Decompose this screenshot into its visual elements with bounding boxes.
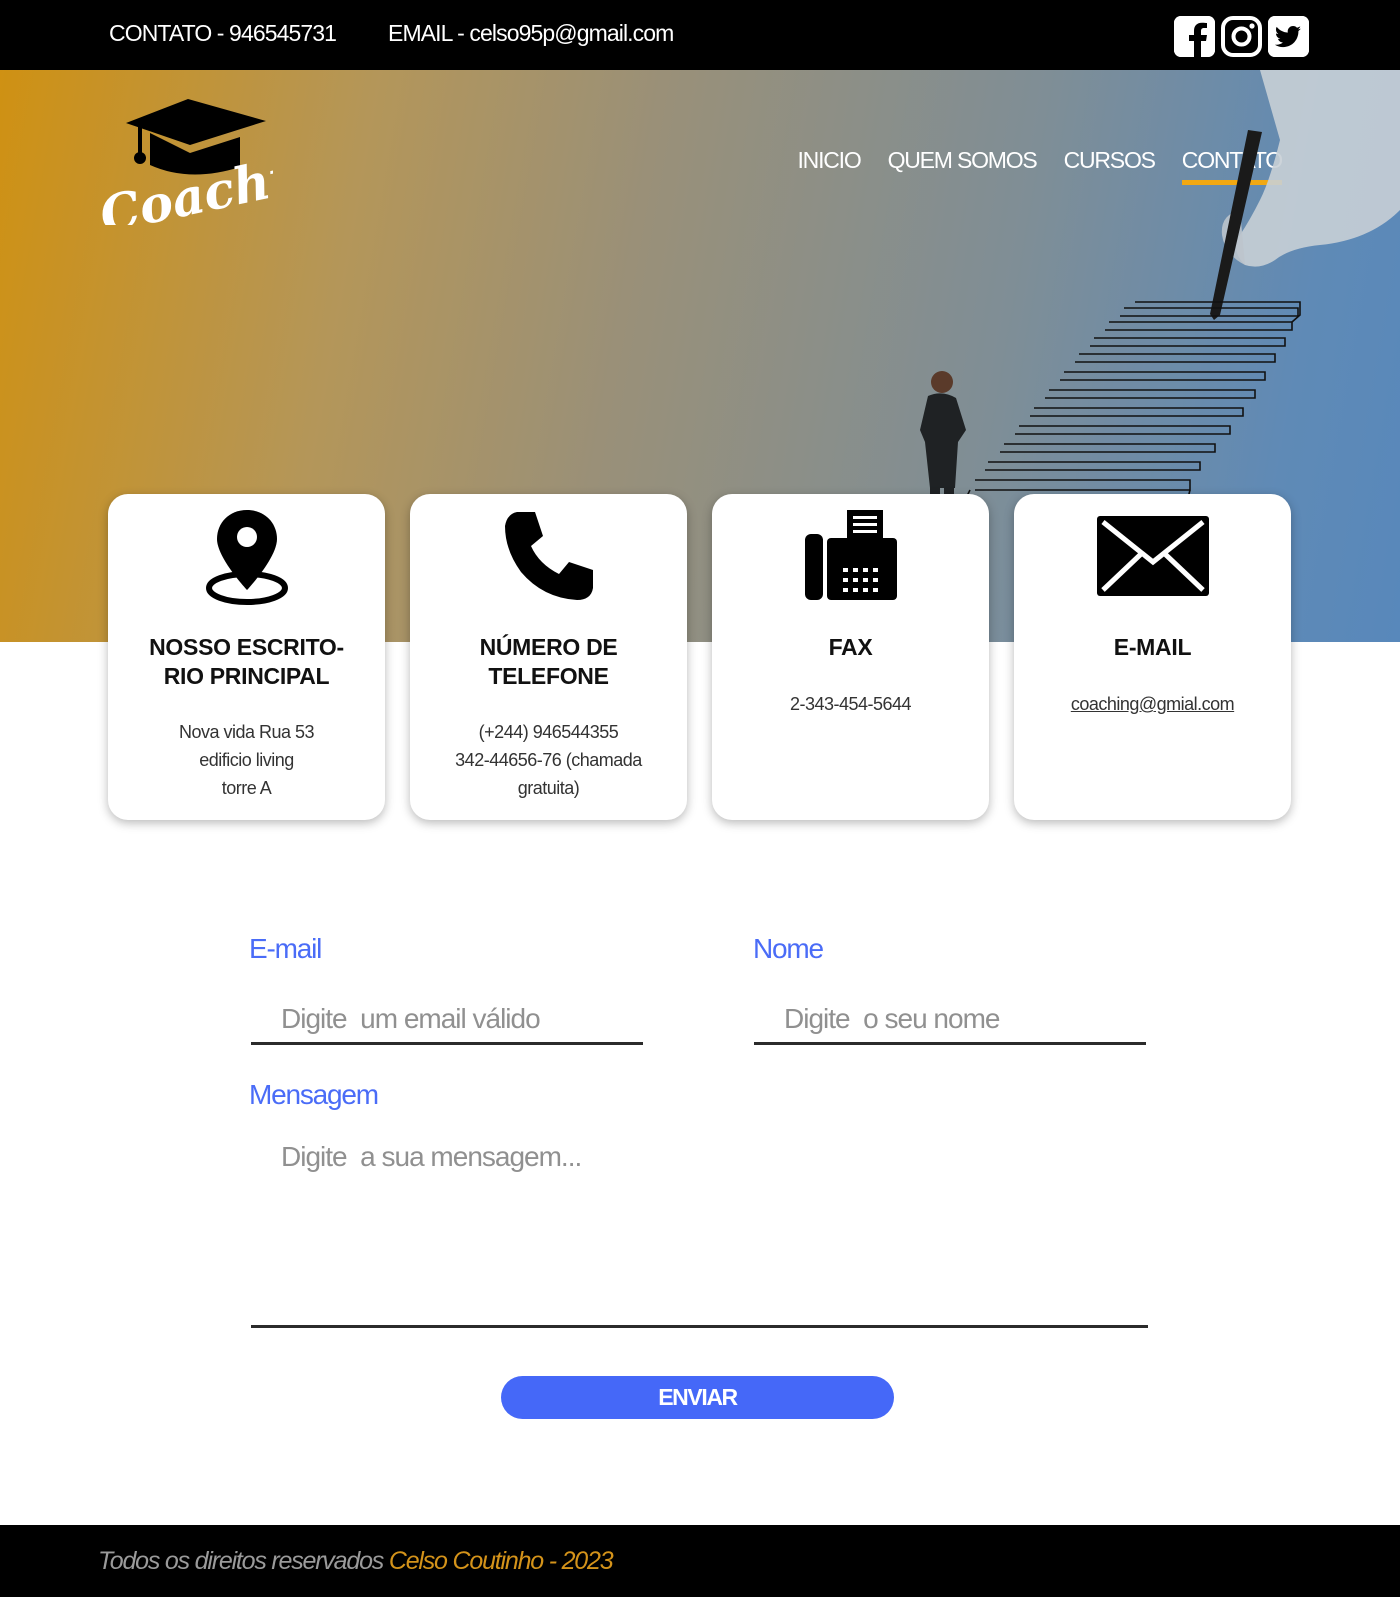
card-info: 2-343-454-5644 bbox=[726, 690, 975, 718]
contact-email: EMAIL - celso95p@gmail.com bbox=[388, 20, 674, 46]
card-title: NÚMERO DE TELEFONE bbox=[420, 633, 677, 691]
card-title-line: NÚMERO DE bbox=[479, 634, 618, 660]
card-title-line: RIO PRINCIPAL bbox=[163, 663, 330, 689]
address-line: Nova vida Rua 53 bbox=[178, 722, 315, 742]
phone-icon bbox=[410, 506, 687, 606]
office-card: NOSSO ESCRITO- RIO PRINCIPAL Nova vida R… bbox=[108, 494, 385, 820]
coaching-logo[interactable]: Coaching bbox=[94, 95, 364, 245]
envelope-icon bbox=[1014, 506, 1291, 606]
svg-text:Coaching: Coaching bbox=[98, 132, 273, 225]
location-pin-icon bbox=[108, 506, 385, 606]
email-label: E-mail bbox=[249, 933, 322, 964]
card-info: Nova vida Rua 53 edificio living torre A bbox=[122, 718, 371, 802]
address-line: torre A bbox=[221, 778, 272, 798]
message-field[interactable] bbox=[251, 1131, 1148, 1328]
card-title: E-MAIL bbox=[1113, 634, 1192, 660]
send-button[interactable]: ENVIAR bbox=[501, 1376, 894, 1419]
twitter-icon[interactable] bbox=[1268, 16, 1309, 57]
nav-inicio[interactable]: INICIO bbox=[797, 147, 861, 174]
card-title-line: TELEFONE bbox=[488, 663, 609, 689]
phone-number: 342-44656-76 (chamada bbox=[455, 750, 642, 770]
footer: Todos os direitos reservados Celso Couti… bbox=[0, 1525, 1400, 1597]
name-field[interactable] bbox=[754, 995, 1146, 1045]
card-info: coaching@gmial.com bbox=[1028, 690, 1277, 718]
address-line: edificio living bbox=[199, 750, 294, 770]
phone-card: NÚMERO DE TELEFONE (+244) 946544355 342-… bbox=[410, 494, 687, 820]
fax-number: 2-343-454-5644 bbox=[789, 694, 912, 714]
phone-number: (+244) 946544355 bbox=[478, 722, 619, 742]
copyright-label: Todos os direitos reservados bbox=[98, 1547, 389, 1575]
instagram-icon[interactable] bbox=[1221, 16, 1262, 57]
phone-number: gratuita) bbox=[517, 778, 580, 798]
fax-card: FAX 2-343-454-5644 bbox=[712, 494, 989, 820]
card-title: NOSSO ESCRITO- RIO PRINCIPAL bbox=[118, 633, 375, 691]
copyright-text: Todos os direitos reservados Celso Couti… bbox=[98, 1547, 614, 1576]
email-link[interactable]: coaching@gmial.com bbox=[1071, 694, 1235, 714]
email-card: E-MAIL coaching@gmial.com bbox=[1014, 494, 1291, 820]
name-label: Nome bbox=[753, 933, 824, 964]
email-field[interactable] bbox=[251, 995, 643, 1045]
copyright-author: Celso Coutinho - 2023 bbox=[388, 1547, 614, 1575]
top-bar: CONTATO - 946545731 EMAIL - celso95p@gma… bbox=[0, 0, 1400, 70]
message-label: Mensagem bbox=[249, 1079, 379, 1110]
card-title: FAX bbox=[828, 634, 873, 660]
card-info: (+244) 946544355 342-44656-76 (chamada g… bbox=[424, 718, 673, 802]
contact-phone: CONTATO - 946545731 bbox=[109, 20, 337, 46]
card-title-line: NOSSO ESCRITO- bbox=[149, 634, 344, 660]
fax-icon bbox=[712, 506, 989, 606]
facebook-icon[interactable] bbox=[1174, 16, 1215, 57]
